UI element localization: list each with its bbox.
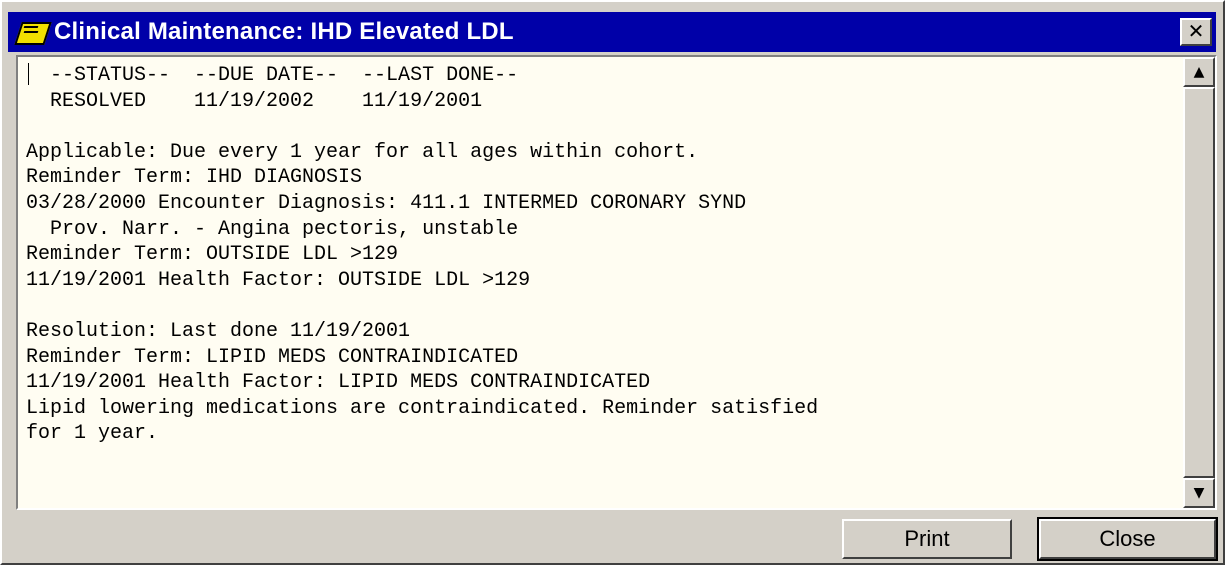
clinical-maintenance-dialog: Clinical Maintenance: IHD Elevated LDL ✕… (0, 0, 1225, 565)
title-bar[interactable]: Clinical Maintenance: IHD Elevated LDL ✕ (8, 12, 1216, 52)
scroll-thumb[interactable] (1183, 87, 1215, 478)
vertical-scrollbar[interactable]: ▲ ▼ (1183, 57, 1215, 508)
report-line: --STATUS-- --DUE DATE-- --LAST DONE-- (26, 64, 519, 87)
report-line: 11/19/2001 Health Factor: OUTSIDE LDL >1… (26, 268, 531, 292)
report-line: Reminder Term: IHD DIAGNOSIS (26, 166, 363, 190)
reminder-details-textbox[interactable]: --STATUS-- --DUE DATE-- --LAST DONE-- RE… (16, 55, 1217, 510)
report-line: 11/19/2001 Health Factor: LIPID MEDS CON… (26, 371, 651, 395)
reminder-details-text: --STATUS-- --DUE DATE-- --LAST DONE-- RE… (26, 63, 1176, 503)
report-line: RESOLVED 11/19/2002 11/19/2001 (26, 89, 483, 113)
report-line: 03/28/2000 Encounter Diagnosis: 411.1 IN… (26, 191, 747, 215)
report-line: for 1 year. (26, 422, 159, 446)
scroll-down-arrow-icon[interactable]: ▼ (1183, 478, 1215, 508)
close-button[interactable]: Close (1037, 517, 1218, 561)
report-line: Applicable: Due every 1 year for all age… (26, 140, 699, 164)
report-line: Reminder Term: LIPID MEDS CONTRAINDICATE… (26, 345, 519, 369)
close-icon[interactable]: ✕ (1180, 18, 1212, 46)
window-title: Clinical Maintenance: IHD Elevated LDL (54, 18, 514, 45)
scroll-up-arrow-icon[interactable]: ▲ (1183, 57, 1215, 87)
print-button[interactable]: Print (842, 519, 1012, 559)
report-line: Resolution: Last done 11/19/2001 (26, 319, 411, 343)
reminder-book-icon (14, 18, 52, 46)
report-line: Lipid lowering medications are contraind… (26, 396, 819, 420)
report-line: Reminder Term: OUTSIDE LDL >129 (26, 243, 399, 267)
report-line: Prov. Narr. - Angina pectoris, unstable (26, 217, 519, 241)
text-caret (28, 63, 29, 85)
